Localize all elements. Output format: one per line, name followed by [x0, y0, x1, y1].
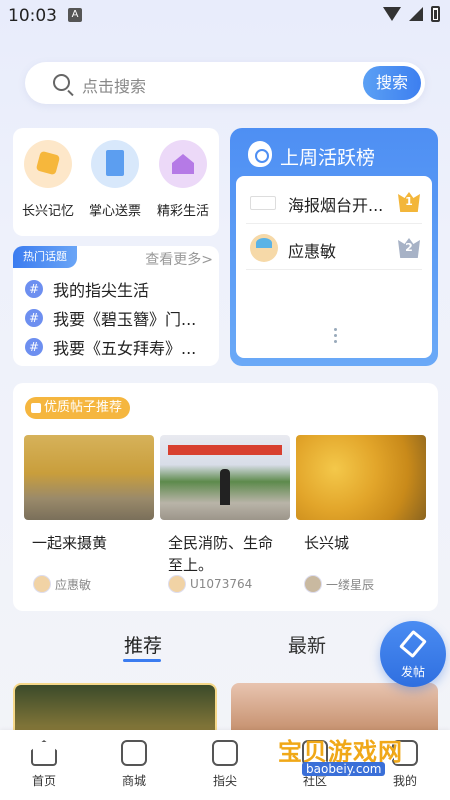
post-image: [24, 435, 154, 520]
watermark-url: baobeiy.com: [302, 762, 386, 776]
quick-link-label: 长兴记忆: [21, 204, 74, 219]
post-image: [296, 435, 426, 520]
post-card[interactable]: 全民消防、生命至上。: [160, 435, 290, 576]
avatar: [168, 575, 186, 593]
post-author-name: U1073764: [190, 577, 253, 591]
ranking-title: 上周活跃榜: [280, 147, 376, 169]
memory-icon: [24, 140, 72, 188]
site-watermark: 宝贝游戏网 baobeiy.com: [278, 728, 448, 780]
rank-crown-icon: 1: [398, 192, 420, 212]
quick-link-label: 精彩生活: [156, 204, 209, 219]
featured-posts-tag: 优质帖子推荐: [25, 397, 131, 419]
search-bar[interactable]: 点击搜索 搜索: [25, 62, 425, 104]
new-post-label: 发帖: [400, 665, 425, 679]
ranking-shield-icon: [248, 141, 272, 167]
search-button[interactable]: 搜索: [363, 66, 421, 100]
topic-item[interactable]: # 我要《五女拜寿》...: [25, 336, 215, 358]
signal-icon: [409, 7, 423, 21]
post-author: 一缕星辰: [304, 575, 374, 593]
post-author: 应惠敏: [33, 575, 91, 593]
status-time: 10:03: [8, 6, 57, 26]
ranking-row[interactable]: 应惠敏 2: [246, 226, 422, 270]
topic-text: 我的指尖生活: [53, 281, 150, 300]
status-icons: [383, 6, 440, 22]
featured-posts-tag-label: 优质帖子推荐: [44, 400, 123, 415]
rank-crown-icon: 2: [398, 238, 420, 258]
post-author-name: 一缕星辰: [326, 577, 375, 592]
house-heart-icon: [159, 140, 207, 188]
post-card[interactable]: 一起来摄黄: [24, 435, 154, 554]
home-icon: [31, 740, 57, 766]
tab-latest[interactable]: 最新: [288, 631, 326, 658]
post-image: [160, 435, 290, 520]
thumbs-up-icon: [31, 403, 41, 413]
post-title: 一起来摄黄: [32, 534, 108, 552]
hot-topics-card: 热门话题 查看更多> # 我的指尖生活 # 我要《碧玉簪》门... # 我要《五…: [13, 246, 219, 366]
topic-text: 我要《五女拜寿》...: [53, 339, 197, 358]
nav-label: 商城: [121, 774, 146, 788]
ranking-list: 海报烟台开... 1 应惠敏 2: [236, 176, 432, 358]
quick-link-memory[interactable]: 长兴记忆: [15, 140, 81, 219]
tab-recommend[interactable]: 推荐: [124, 631, 162, 658]
topic-item[interactable]: # 我的指尖生活: [25, 278, 215, 300]
hot-topics-tag: 热门话题: [13, 246, 77, 268]
battery-icon: [431, 6, 440, 22]
nav-shop[interactable]: 商城: [104, 740, 164, 789]
topic-text: 我要《碧玉簪》门...: [53, 310, 197, 329]
feed-card[interactable]: [231, 683, 438, 733]
avatar: [250, 234, 278, 262]
pencil-icon: [399, 629, 427, 659]
active-ranking-card[interactable]: 上周活跃榜 海报烟台开... 1 应惠敏 2: [230, 128, 438, 366]
avatar: [304, 575, 322, 593]
search-input[interactable]: 点击搜索: [82, 73, 146, 97]
active-tab-indicator: [123, 659, 161, 662]
new-post-button[interactable]: 发帖: [380, 621, 446, 687]
nav-home[interactable]: 首页: [14, 740, 74, 789]
avatar: [33, 575, 51, 593]
notification-a-icon: A: [68, 8, 82, 22]
hash-icon: #: [25, 338, 43, 356]
hash-icon: #: [25, 309, 43, 327]
nav-fingertip[interactable]: 指尖: [195, 740, 255, 789]
featured-posts-card: 优质帖子推荐 一起来摄黄 应惠敏 全民消防、生命至上。 U1073764 长兴城…: [13, 383, 438, 611]
status-bar: 10:03 A: [0, 0, 450, 32]
hash-icon: #: [25, 280, 43, 298]
topic-item[interactable]: # 我要《碧玉簪》门...: [25, 307, 215, 329]
avatar: [250, 196, 276, 210]
view-more-link[interactable]: 查看更多>: [145, 249, 213, 269]
ticket-icon: [91, 140, 139, 188]
wifi-icon: [383, 7, 401, 21]
quick-links-card: 长兴记忆 掌心送票 精彩生活: [13, 128, 219, 236]
post-title: 全民消防、生命至上。: [168, 534, 274, 574]
nav-label: 指尖: [212, 774, 237, 788]
ranking-row[interactable]: 海报烟台开... 1: [246, 180, 422, 224]
feed-card[interactable]: [13, 683, 217, 733]
post-author-name: 应惠敏: [55, 577, 92, 592]
ranking-name: 海报烟台开...: [288, 196, 384, 215]
search-icon: [53, 74, 70, 91]
post-author: U1073764: [168, 575, 252, 593]
fingertip-icon: [212, 740, 238, 766]
shop-bag-icon: [121, 740, 147, 766]
ranking-name: 应惠敏: [288, 242, 337, 261]
quick-link-label: 掌心送票: [88, 204, 141, 219]
post-title: 长兴城: [304, 534, 350, 552]
more-dots-icon: [334, 328, 338, 346]
quick-link-ticket[interactable]: 掌心送票: [82, 140, 148, 219]
post-card[interactable]: 长兴城: [296, 435, 426, 554]
nav-label: 首页: [31, 774, 56, 788]
quick-link-life[interactable]: 精彩生活: [150, 140, 216, 219]
